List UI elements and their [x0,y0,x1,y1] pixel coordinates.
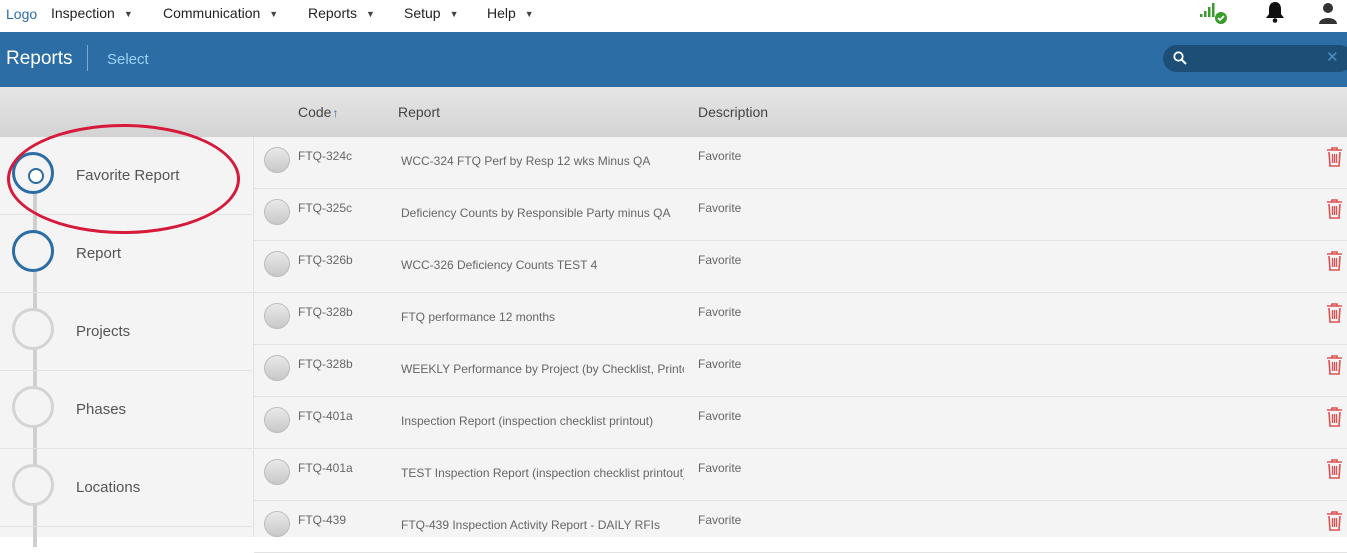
row-code: FTQ-324c [298,149,353,163]
clear-search-icon[interactable]: ✕ [1326,48,1339,66]
step-favorite-report[interactable]: Favorite Report [0,137,252,215]
table-row[interactable]: FTQ-328b WEEKLY Performance by Project (… [254,345,1347,397]
row-report: WCC-324 FTQ Perf by Resp 12 wks Minus QA [401,154,651,168]
search-input[interactable] [1195,49,1319,70]
row-report: WCC-326 Deficiency Counts TEST 4 [401,258,598,272]
page-title: Reports [6,48,73,69]
search-icon [1173,51,1187,65]
row-select-radio[interactable] [264,147,290,173]
row-code: FTQ-401a [298,461,353,475]
step-label: Projects [76,323,131,340]
row-select-radio[interactable] [264,407,290,433]
trash-icon[interactable] [1326,303,1343,323]
row-code: FTQ-328b [298,305,353,319]
step-circle [12,386,54,428]
current-step-indicator [28,168,44,184]
table-row[interactable]: FTQ-439 FTQ-439 Inspection Activity Repo… [254,501,1347,553]
step-label: Phases [76,401,127,418]
trash-icon[interactable] [1326,199,1343,219]
trash-icon[interactable] [1326,251,1343,271]
chevron-down-icon: ▼ [524,9,534,19]
row-description: Favorite [698,357,742,371]
menu-inspection[interactable]: Inspection ▼ [51,0,163,32]
step-phases[interactable]: Phases [0,371,252,449]
select-link[interactable]: Select [107,51,149,68]
step-label: Locations [76,479,141,496]
column-header-report[interactable]: Report [398,104,440,120]
step-circle [12,308,54,350]
row-code: FTQ-325c [298,201,353,215]
trash-icon[interactable] [1326,355,1343,375]
column-header-bar: Code↑ Report Description [0,87,1347,137]
row-report: Deficiency Counts by Responsible Party m… [401,206,671,220]
row-description: Favorite [698,201,742,215]
table-row[interactable]: FTQ-401a Inspection Report (inspection c… [254,397,1347,449]
trash-icon[interactable] [1326,459,1343,479]
row-select-radio[interactable] [264,199,290,225]
user-icon[interactable] [1317,2,1339,24]
sort-ascending-icon: ↑ [332,106,339,120]
wizard-stepper: Favorite Report Report Projects Phases L… [0,137,254,547]
step-projects[interactable]: Projects [0,293,252,371]
top-navigation: Logo Inspection ▼ Communication ▼ Reports ▼… [0,0,1347,32]
row-code: FTQ-326b [298,253,353,267]
chevron-down-icon: ▼ [449,9,459,19]
chevron-down-icon: ▼ [269,9,279,19]
table-row[interactable]: FTQ-324c WCC-324 FTQ Perf by Resp 12 wks… [254,137,1347,189]
title-divider [87,45,88,71]
row-description: Favorite [698,149,742,163]
step-locations[interactable]: Locations [0,449,252,527]
menu-reports[interactable]: Reports ▼ [308,0,404,32]
row-select-radio[interactable] [264,251,290,277]
table-row[interactable]: FTQ-328b FTQ performance 12 months Favor… [254,293,1347,345]
step-circle [12,152,54,194]
page-header: Reports Select ✕ [0,32,1347,87]
menu-help[interactable]: Help ▼ [487,0,547,32]
row-select-radio[interactable] [264,355,290,381]
row-description: Favorite [698,305,742,319]
row-report: WEEKLY Performance by Project (by Checkl… [401,362,684,376]
row-code: FTQ-439 [298,513,347,527]
row-description: Favorite [698,253,742,267]
logo[interactable]: Logo [6,6,37,22]
row-description: Favorite [698,513,742,527]
table-row[interactable]: FTQ-326b WCC-326 Deficiency Counts TEST … [254,241,1347,293]
row-report: FTQ performance 12 months [401,310,556,324]
step-circle [12,230,54,272]
search-box: ✕ [1163,45,1347,72]
menu-communication[interactable]: Communication ▼ [163,0,308,32]
table-row[interactable]: FTQ-401a TEST Inspection Report (inspect… [254,449,1347,501]
row-description: Favorite [698,461,742,475]
row-code: FTQ-328b [298,357,353,371]
signal-icon[interactable] [1200,2,1230,26]
column-header-description[interactable]: Description [698,104,768,120]
chevron-down-icon: ▼ [366,9,375,19]
row-select-radio[interactable] [264,459,290,485]
bell-icon[interactable] [1263,0,1287,24]
menu-setup[interactable]: Setup ▼ [404,0,487,32]
row-description: Favorite [698,409,742,423]
trash-icon[interactable] [1326,511,1343,531]
row-report: Inspection Report (inspection checklist … [401,414,654,428]
step-circle [12,464,54,506]
row-code: FTQ-401a [298,409,353,423]
row-report: TEST Inspection Report (inspection check… [401,466,684,480]
reports-table: FTQ-324c WCC-324 FTQ Perf by Resp 12 wks… [254,137,1347,553]
chevron-down-icon: ▼ [123,9,133,19]
row-report: FTQ-439 Inspection Activity Report - DAI… [401,518,660,532]
trash-icon[interactable] [1326,147,1343,167]
column-header-code[interactable]: Code↑ [298,104,338,120]
row-select-radio[interactable] [264,303,290,329]
table-row[interactable]: FTQ-325c Deficiency Counts by Responsibl… [254,189,1347,241]
step-report[interactable]: Report [0,215,252,293]
row-select-radio[interactable] [264,511,290,537]
step-label: Favorite Report [76,167,180,184]
step-label: Report [76,245,122,262]
main-menu: Inspection ▼ Communication ▼ Reports ▼ Setu… [51,0,547,32]
trash-icon[interactable] [1326,407,1343,427]
